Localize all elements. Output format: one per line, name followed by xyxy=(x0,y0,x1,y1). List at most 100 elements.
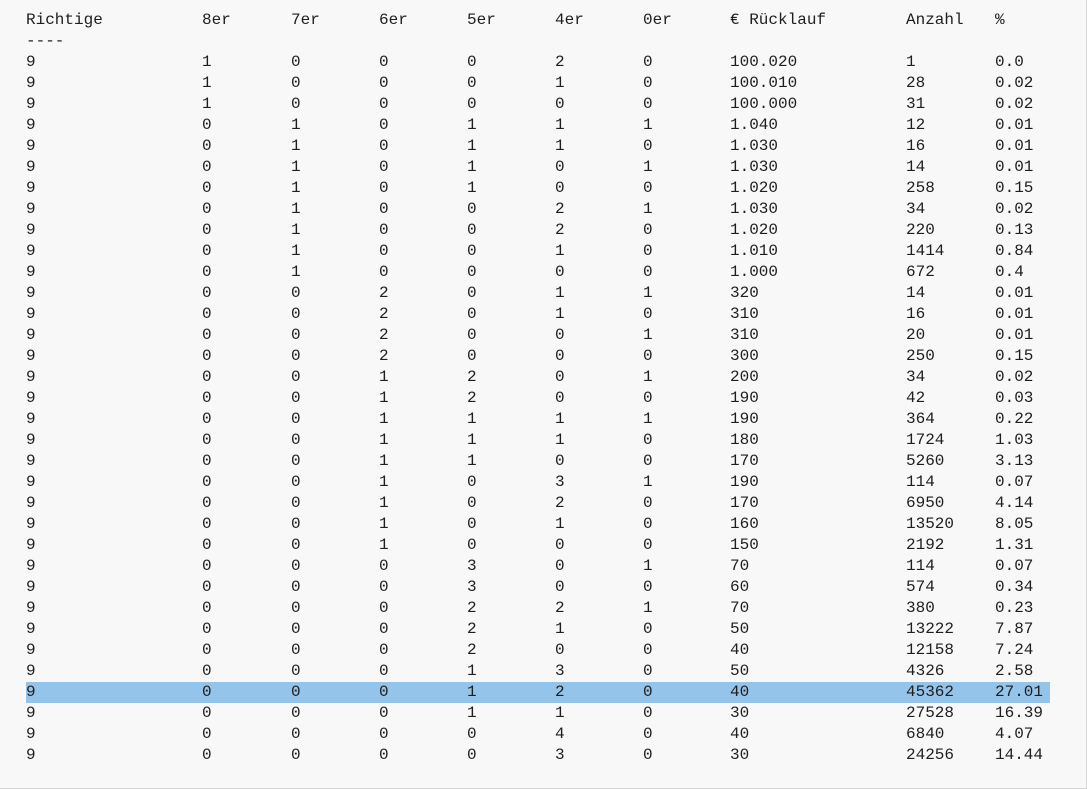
cell-8er: 0 xyxy=(202,347,212,365)
cell-anzahl: 28 xyxy=(906,74,926,92)
table-row[interactable]: 9 0 0 1 0 0 0 150 2192 1.31 xyxy=(26,535,1050,556)
cell-6er: 0 xyxy=(379,53,389,71)
cell-richtige: 9 xyxy=(26,599,36,617)
cell-4er: 0 xyxy=(555,389,565,407)
cell-5er: 3 xyxy=(467,578,477,596)
cell-anzahl: 114 xyxy=(906,557,935,575)
cell-ruecklauf: 40 xyxy=(730,725,750,743)
cell-4er: 1 xyxy=(555,116,565,134)
cell-0er: 0 xyxy=(643,53,653,71)
table-row[interactable]: 9 0 1 0 0 0 0 1.000 672 0.4 xyxy=(26,262,1050,283)
table-row[interactable]: 9 0 0 1 2 0 1 200 34 0.02 xyxy=(26,367,1050,388)
cell-7er: 1 xyxy=(291,221,301,239)
cell-7er: 0 xyxy=(291,95,301,113)
table-row[interactable]: 9 0 1 0 0 2 1 1.030 34 0.02 xyxy=(26,199,1050,220)
table-row[interactable]: 9 0 0 1 0 1 0 160 13520 8.05 xyxy=(26,514,1050,535)
cell-4er: 0 xyxy=(555,557,565,575)
table-row[interactable]: 9 0 1 0 1 0 0 1.020 258 0.15 xyxy=(26,178,1050,199)
cell-anzahl: 20 xyxy=(906,326,926,344)
cell-0er: 0 xyxy=(643,179,653,197)
table-row[interactable]: 9 0 0 1 0 2 0 170 6950 4.14 xyxy=(26,493,1050,514)
table-row[interactable]: 9 0 0 0 2 0 0 40 12158 7.24 xyxy=(26,640,1050,661)
table-row[interactable]: 9 0 0 1 2 0 0 190 42 0.03 xyxy=(26,388,1050,409)
cell-6er: 0 xyxy=(379,704,389,722)
cell-0er: 1 xyxy=(643,557,653,575)
table-row[interactable]: 9 0 1 0 1 1 0 1.030 16 0.01 xyxy=(26,136,1050,157)
cell-anzahl: 220 xyxy=(906,221,935,239)
cell-4er: 2 xyxy=(555,53,565,71)
table-row[interactable]: 9 0 0 2 0 0 1 310 20 0.01 xyxy=(26,325,1050,346)
table-row[interactable]: 9 0 0 2 0 1 1 320 14 0.01 xyxy=(26,283,1050,304)
table-row[interactable]: 9 0 0 0 2 2 1 70 380 0.23 xyxy=(26,598,1050,619)
header-8er: 8er xyxy=(202,11,231,29)
table-row[interactable]: 9 0 0 1 1 1 1 190 364 0.22 xyxy=(26,409,1050,430)
table-row[interactable]: 9 0 0 1 1 1 0 180 1724 1.03 xyxy=(26,430,1050,451)
cell-0er: 0 xyxy=(643,137,653,155)
table-row[interactable]: 9 0 0 0 0 3 0 30 24256 14.44 xyxy=(26,745,1050,766)
cell-0er: 0 xyxy=(643,347,653,365)
cell-4er: 0 xyxy=(555,578,565,596)
table-row[interactable]: 9 0 0 0 0 4 0 40 6840 4.07 xyxy=(26,724,1050,745)
cell-0er: 1 xyxy=(643,599,653,617)
cell-ruecklauf: 70 xyxy=(730,557,750,575)
cell-8er: 0 xyxy=(202,326,212,344)
cell-anzahl: 4326 xyxy=(906,662,945,680)
table-row[interactable]: 9 0 1 0 0 2 0 1.020 220 0.13 xyxy=(26,220,1050,241)
cell-percent: 7.24 xyxy=(995,641,1034,659)
cell-6er: 0 xyxy=(379,137,389,155)
cell-8er: 0 xyxy=(202,242,212,260)
table-row-selected[interactable]: 9 0 0 0 1 2 0 40 45362 27.01 xyxy=(26,682,1050,703)
cell-richtige: 9 xyxy=(26,137,36,155)
table-row[interactable]: 9 0 0 0 3 0 1 70 114 0.07 xyxy=(26,556,1050,577)
cell-5er: 0 xyxy=(467,95,477,113)
table-row[interactable]: 9 0 0 2 0 0 0 300 250 0.15 xyxy=(26,346,1050,367)
table-row[interactable]: 9 0 1 0 0 1 0 1.010 1414 0.84 xyxy=(26,241,1050,262)
cell-8er: 0 xyxy=(202,263,212,281)
cell-4er: 1 xyxy=(555,137,565,155)
cell-6er: 1 xyxy=(379,368,389,386)
table-row[interactable]: 9 0 1 0 1 1 1 1.040 12 0.01 xyxy=(26,115,1050,136)
cell-5er: 1 xyxy=(467,683,477,701)
table-row[interactable]: 9 1 0 0 0 2 0 100.020 1 0.0 xyxy=(26,52,1050,73)
table-row[interactable]: 9 0 0 1 0 3 1 190 114 0.07 xyxy=(26,472,1050,493)
cell-anzahl: 574 xyxy=(906,578,935,596)
cell-ruecklauf: 100.010 xyxy=(730,74,798,92)
cell-7er: 0 xyxy=(291,704,301,722)
cell-richtige: 9 xyxy=(26,641,36,659)
cell-6er: 1 xyxy=(379,431,389,449)
table-row[interactable]: 9 0 0 0 1 3 0 50 4326 2.58 xyxy=(26,661,1050,682)
cell-anzahl: 12 xyxy=(906,116,926,134)
cell-4er: 0 xyxy=(555,368,565,386)
cell-ruecklauf: 60 xyxy=(730,578,750,596)
table-row[interactable]: 9 0 1 0 1 0 1 1.030 14 0.01 xyxy=(26,157,1050,178)
cell-anzahl: 14 xyxy=(906,158,926,176)
cell-percent: 0.15 xyxy=(995,179,1034,197)
table-row[interactable]: 9 0 0 1 1 0 0 170 5260 3.13 xyxy=(26,451,1050,472)
cell-5er: 0 xyxy=(467,746,477,764)
cell-5er: 0 xyxy=(467,326,477,344)
cell-anzahl: 1724 xyxy=(906,431,945,449)
table-row[interactable]: 9 1 0 0 0 0 0 100.000 31 0.02 xyxy=(26,94,1050,115)
table-row[interactable]: 9 0 0 0 3 0 0 60 574 0.34 xyxy=(26,577,1050,598)
cell-7er: 0 xyxy=(291,578,301,596)
cell-8er: 0 xyxy=(202,662,212,680)
cell-anzahl: 31 xyxy=(906,95,926,113)
table-row[interactable]: 9 0 0 0 1 1 0 30 27528 16.39 xyxy=(26,703,1050,724)
header-4er: 4er xyxy=(555,11,584,29)
cell-0er: 1 xyxy=(643,368,653,386)
cell-4er: 0 xyxy=(555,179,565,197)
cell-8er: 0 xyxy=(202,515,212,533)
cell-8er: 0 xyxy=(202,305,212,323)
cell-0er: 0 xyxy=(643,578,653,596)
table-row[interactable]: 9 0 0 2 0 1 0 310 16 0.01 xyxy=(26,304,1050,325)
cell-7er: 0 xyxy=(291,620,301,638)
cell-ruecklauf: 50 xyxy=(730,662,750,680)
table-row[interactable]: 9 1 0 0 0 1 0 100.010 28 0.02 xyxy=(26,73,1050,94)
cell-4er: 0 xyxy=(555,326,565,344)
cell-5er: 0 xyxy=(467,284,477,302)
table-row[interactable]: 9 0 0 0 2 1 0 50 13222 7.87 xyxy=(26,619,1050,640)
cell-richtige: 9 xyxy=(26,746,36,764)
cell-richtige: 9 xyxy=(26,242,36,260)
cell-richtige: 9 xyxy=(26,116,36,134)
cell-5er: 1 xyxy=(467,662,477,680)
